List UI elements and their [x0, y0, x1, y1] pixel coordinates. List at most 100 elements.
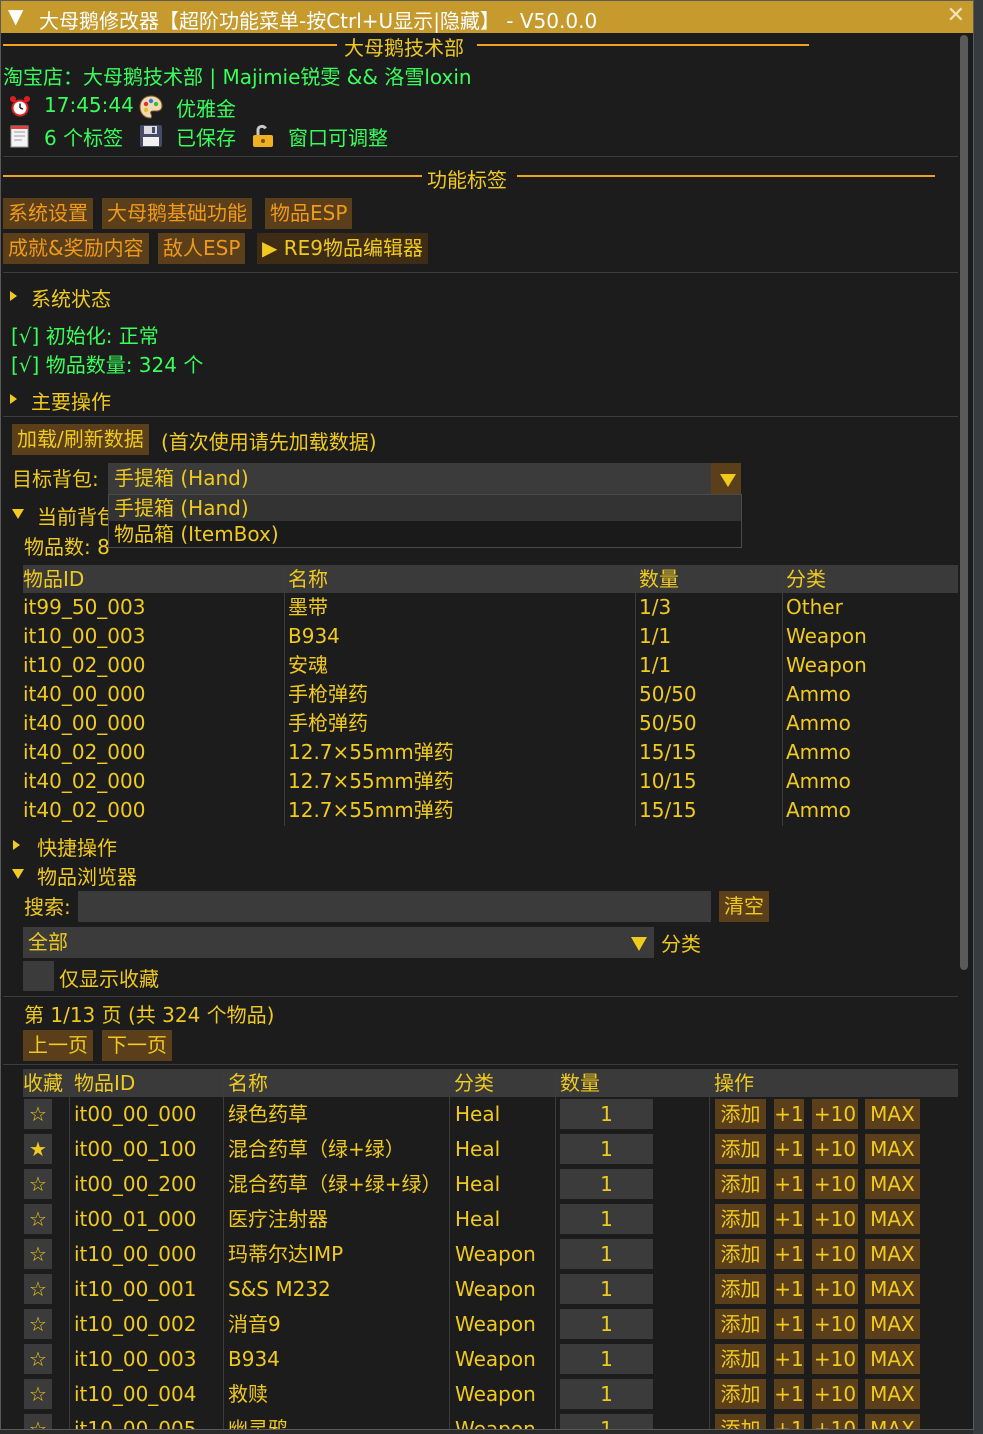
divider [3, 416, 958, 417]
favorites-checkbox[interactable] [23, 961, 54, 991]
max-button[interactable]: MAX [865, 1274, 920, 1304]
quantity-input[interactable]: 1 [560, 1204, 653, 1234]
plus-one-button[interactable]: +1 [774, 1099, 804, 1129]
favorite-star-icon[interactable]: ☆ [24, 1344, 52, 1374]
max-button[interactable]: MAX [865, 1099, 920, 1129]
tab-system-settings[interactable]: 系统设置 [3, 198, 93, 229]
item-name: B934 [228, 1347, 280, 1371]
tab-achievements[interactable]: 成就&奖励内容 [3, 233, 149, 264]
add-button[interactable]: 添加 [715, 1239, 766, 1269]
clear-button[interactable]: 清空 [719, 891, 769, 922]
main-ops-header[interactable]: 主要操作 [31, 386, 111, 415]
quantity-input[interactable]: 1 [560, 1379, 653, 1409]
quick-ops-header[interactable]: 快捷操作 [37, 832, 117, 861]
plus-ten-button[interactable]: +10 [812, 1239, 858, 1269]
plus-ten-button[interactable]: +10 [812, 1134, 858, 1164]
max-button[interactable]: MAX [865, 1134, 920, 1164]
collapsed-arrow-icon[interactable] [10, 394, 17, 404]
favorite-star-icon[interactable]: ☆ [24, 1204, 52, 1234]
favorite-star-icon[interactable]: ☆ [24, 1379, 52, 1409]
plus-one-button[interactable]: +1 [774, 1204, 804, 1234]
plus-one-button[interactable]: +1 [774, 1169, 804, 1199]
expanded-arrow-icon[interactable] [12, 869, 24, 879]
max-button[interactable]: MAX [865, 1379, 920, 1409]
scrollbar-thumb[interactable] [960, 35, 968, 970]
max-button[interactable]: MAX [865, 1414, 920, 1429]
max-button[interactable]: MAX [865, 1239, 920, 1269]
plus-one-button[interactable]: +1 [774, 1344, 804, 1374]
target-bag-select[interactable]: 手提箱 (Hand) [108, 463, 741, 494]
favorite-star-icon[interactable]: ☆ [24, 1239, 52, 1269]
chevron-down-icon[interactable] [624, 927, 654, 958]
add-button[interactable]: 添加 [715, 1204, 766, 1234]
add-button[interactable]: 添加 [715, 1414, 766, 1429]
quantity-input[interactable]: 1 [560, 1414, 653, 1429]
category-select[interactable]: 全部 [23, 927, 654, 958]
add-button[interactable]: 添加 [715, 1344, 766, 1374]
tab-item-esp[interactable]: 物品ESP [265, 198, 353, 229]
plus-ten-button[interactable]: +10 [812, 1309, 858, 1339]
max-button[interactable]: MAX [865, 1344, 920, 1374]
chevron-down-icon[interactable] [711, 463, 741, 494]
plus-one-button[interactable]: +1 [774, 1414, 804, 1429]
collapsed-arrow-icon[interactable] [10, 291, 17, 301]
plus-ten-button[interactable]: +10 [812, 1344, 858, 1374]
plus-one-button[interactable]: +1 [774, 1309, 804, 1339]
favorite-star-icon[interactable]: ☆ [24, 1099, 52, 1129]
add-button[interactable]: 添加 [715, 1379, 766, 1409]
separator-line [3, 44, 337, 46]
prev-page-button[interactable]: 上一页 [23, 1030, 93, 1061]
dropdown-option[interactable]: 手提箱 (Hand) [109, 495, 741, 521]
collapsed-arrow-icon[interactable] [13, 840, 20, 850]
column-divider [223, 1069, 224, 1429]
max-button[interactable]: MAX [865, 1204, 920, 1234]
plus-ten-button[interactable]: +10 [812, 1414, 858, 1429]
add-button[interactable]: 添加 [715, 1099, 766, 1129]
quantity-input[interactable]: 1 [560, 1344, 653, 1374]
max-button[interactable]: MAX [865, 1169, 920, 1199]
add-button[interactable]: 添加 [715, 1274, 766, 1304]
current-bag-header[interactable]: 当前背包 [37, 501, 117, 530]
system-status-header[interactable]: 系统状态 [31, 283, 111, 312]
plus-one-button[interactable]: +1 [774, 1134, 804, 1164]
table-cell: 15/15 [639, 740, 697, 764]
favorite-star-icon[interactable]: ☆ [24, 1274, 52, 1304]
plus-ten-button[interactable]: +10 [812, 1169, 858, 1199]
plus-one-button[interactable]: +1 [774, 1274, 804, 1304]
plus-ten-button[interactable]: +10 [812, 1099, 858, 1129]
favorite-star-icon[interactable]: ☆ [24, 1309, 52, 1339]
max-button[interactable]: MAX [865, 1309, 920, 1339]
favorite-star-icon[interactable]: ☆ [24, 1169, 52, 1199]
plus-ten-button[interactable]: +10 [812, 1204, 858, 1234]
tab-re9-item-editor[interactable]: ▶ RE9物品编辑器 [257, 233, 428, 264]
dropdown-option[interactable]: 物品箱 (ItemBox) [109, 521, 741, 547]
add-button[interactable]: 添加 [715, 1134, 766, 1164]
quantity-input[interactable]: 1 [560, 1239, 653, 1269]
plus-ten-button[interactable]: +10 [812, 1379, 858, 1409]
category-label: 分类 [661, 932, 701, 956]
quantity-input[interactable]: 1 [560, 1169, 653, 1199]
quantity-input[interactable]: 1 [560, 1309, 653, 1339]
favorite-star-icon[interactable]: ☆ [24, 1414, 52, 1429]
add-button[interactable]: 添加 [715, 1309, 766, 1339]
collapse-icon[interactable]: ▼ [8, 4, 23, 28]
load-data-button[interactable]: 加载/刷新数据 [12, 424, 149, 455]
browser-header[interactable]: 物品浏览器 [37, 861, 137, 890]
favorite-star-icon[interactable]: ★ [24, 1134, 52, 1164]
quantity-input[interactable]: 1 [560, 1274, 653, 1304]
expanded-arrow-icon[interactable] [12, 509, 24, 519]
item-id: it00_01_000 [74, 1207, 197, 1231]
add-button[interactable]: 添加 [715, 1169, 766, 1199]
scrollbar[interactable] [959, 35, 969, 1425]
plus-ten-button[interactable]: +10 [812, 1274, 858, 1304]
title-bar[interactable]: ▼ 大母鹅修改器【超阶功能菜单-按Ctrl+U显示|隐藏】 - V50.0.0 … [1, 1, 973, 33]
tab-enemy-esp[interactable]: 敌人ESP [158, 233, 246, 264]
close-icon[interactable]: ✕ [947, 3, 965, 28]
tab-basic-features[interactable]: 大母鹅基础功能 [102, 198, 252, 229]
quantity-input[interactable]: 1 [560, 1134, 653, 1164]
plus-one-button[interactable]: +1 [774, 1239, 804, 1269]
quantity-input[interactable]: 1 [560, 1099, 653, 1129]
search-input[interactable] [78, 891, 711, 922]
next-page-button[interactable]: 下一页 [102, 1030, 172, 1061]
plus-one-button[interactable]: +1 [774, 1379, 804, 1409]
